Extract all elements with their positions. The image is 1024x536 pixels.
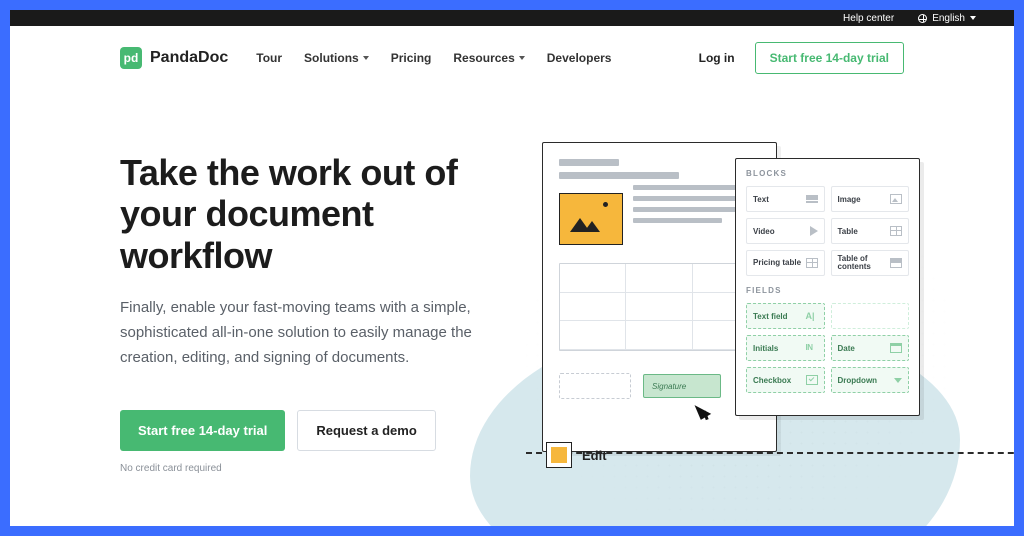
field-checkbox[interactable]: Checkbox — [746, 367, 825, 393]
calendar-icon — [890, 343, 902, 353]
logo-mark-icon: pd — [120, 47, 142, 69]
field-text[interactable]: Text fieldA| — [746, 303, 825, 329]
checkbox-icon — [806, 375, 818, 385]
initials-icon: IN — [806, 343, 818, 353]
field-empty[interactable] — [831, 303, 910, 329]
chevron-down-icon — [970, 16, 976, 20]
hero-subhead: Finally, enable your fast-moving teams w… — [120, 296, 480, 370]
nav-solutions[interactable]: Solutions — [304, 51, 369, 65]
fields-heading: FIELDS — [746, 286, 909, 295]
nav-tour[interactable]: Tour — [256, 51, 282, 65]
block-text[interactable]: Text — [746, 186, 825, 212]
main-nav: pd PandaDoc Tour Solutions Pricing Resou… — [10, 26, 1014, 74]
edit-step-label: Edit — [582, 448, 607, 463]
signature-label: Signature — [652, 382, 686, 391]
step-marker-icon — [546, 442, 572, 468]
help-center-link[interactable]: Help center — [843, 13, 894, 24]
field-initials[interactable]: InitialsIN — [746, 335, 825, 361]
image-icon — [890, 194, 902, 204]
toc-icon — [890, 258, 902, 268]
hero-copy: Take the work out of your document workf… — [120, 152, 480, 526]
brand-name: PandaDoc — [150, 49, 228, 67]
utility-bar: Help center English — [10, 10, 1014, 26]
globe-icon — [918, 14, 927, 23]
nav-developers[interactable]: Developers — [547, 51, 612, 65]
block-pricing-table[interactable]: Pricing table — [746, 250, 825, 276]
block-video[interactable]: Video — [746, 218, 825, 244]
image-block-icon — [559, 193, 623, 245]
block-table[interactable]: Table — [831, 218, 910, 244]
block-toc[interactable]: Table of contents — [831, 250, 910, 276]
hero-illustration: Signature BLOCKS Text Image Video Table … — [490, 152, 1014, 526]
nav-menu: Tour Solutions Pricing Resources Develop… — [256, 51, 611, 65]
edit-step-marker: Edit — [546, 442, 607, 468]
block-image[interactable]: Image — [831, 186, 910, 212]
dropdown-icon — [894, 378, 902, 383]
pricing-table-icon — [806, 258, 818, 268]
table-icon — [890, 226, 902, 236]
nav-pricing[interactable]: Pricing — [391, 51, 432, 65]
login-link[interactable]: Log in — [699, 51, 735, 65]
video-icon — [810, 226, 818, 236]
hero-headline: Take the work out of your document workf… — [120, 152, 480, 276]
text-field-icon: A| — [806, 311, 818, 321]
language-selector[interactable]: English — [918, 13, 976, 24]
hero-footnote: No credit card required — [120, 463, 480, 474]
chevron-down-icon — [519, 56, 525, 60]
field-date[interactable]: Date — [831, 335, 910, 361]
field-dropdown[interactable]: Dropdown — [831, 367, 910, 393]
nav-start-trial-button[interactable]: Start free 14-day trial — [755, 42, 904, 74]
blocks-heading: BLOCKS — [746, 169, 909, 178]
editor-side-panel: BLOCKS Text Image Video Table Pricing ta… — [735, 158, 920, 416]
nav-resources[interactable]: Resources — [453, 51, 524, 65]
language-label: English — [932, 13, 965, 24]
text-icon — [806, 195, 818, 203]
chevron-down-icon — [363, 56, 369, 60]
start-trial-button[interactable]: Start free 14-day trial — [120, 410, 285, 451]
empty-field-placeholder — [559, 373, 631, 399]
request-demo-button[interactable]: Request a demo — [297, 410, 435, 451]
signature-field[interactable]: Signature — [643, 374, 721, 398]
brand-logo[interactable]: pd PandaDoc — [120, 47, 228, 69]
table-block — [559, 263, 760, 351]
